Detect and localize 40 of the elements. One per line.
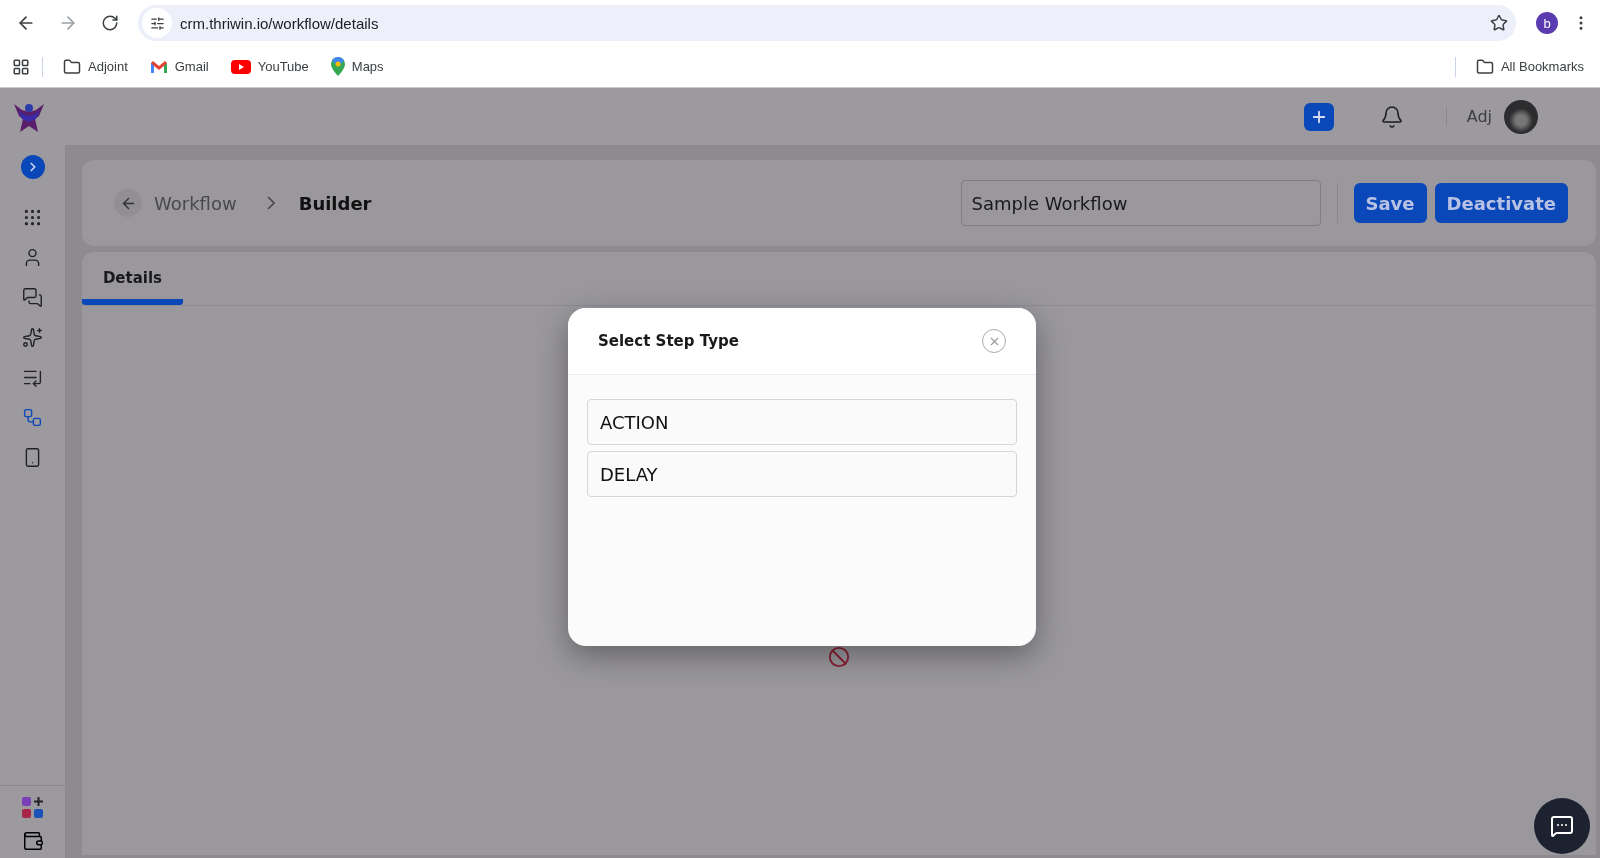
apps-add-icon[interactable] <box>20 796 45 820</box>
folder-icon <box>63 57 81 76</box>
step-type-option[interactable]: ACTION <box>587 399 1017 445</box>
user-avatar[interactable] <box>1504 99 1538 134</box>
bookmark-label: Gmail <box>174 59 209 74</box>
workflow-name-field[interactable]: Sample Workflow <box>960 180 1321 226</box>
deactivate-button[interactable]: Deactivate <box>1434 183 1568 223</box>
url-text: crm.thriwin.io/workflow/details <box>180 14 380 32</box>
address-bar[interactable]: crm.thriwin.io/workflow/details <box>138 5 1516 41</box>
profile-avatar[interactable]: b <box>1536 12 1558 34</box>
user-name: Adj <box>1445 107 1492 126</box>
play-logo-icon <box>230 59 251 74</box>
bookmark-link[interactable]: Gmail <box>141 55 217 78</box>
bookmark-label: YouTube <box>257 59 309 74</box>
bookmark-link[interactable]: Maps <box>322 53 392 80</box>
star-icon <box>1490 14 1508 32</box>
save-button[interactable]: Save <box>1353 183 1427 223</box>
add-button[interactable] <box>1303 102 1334 131</box>
map-pin-icon <box>330 57 345 76</box>
apps-icon[interactable] <box>12 57 30 76</box>
all-bookmarks-link[interactable]: All Bookmarks <box>1467 53 1592 80</box>
dialog-title: Select Step Type <box>598 332 739 350</box>
bookmark-label: Maps <box>351 59 384 74</box>
chat-icon <box>1550 814 1574 838</box>
bookmark-link[interactable]: Adjoint <box>55 53 136 80</box>
chevron-icon <box>266 196 275 210</box>
mail-logo-icon <box>149 59 168 74</box>
folder-icon <box>1475 57 1494 76</box>
wallet-icon[interactable] <box>21 830 44 852</box>
blocked-icon <box>828 646 850 668</box>
back-button[interactable] <box>114 189 142 217</box>
bookmark-label: Adjoint <box>88 59 128 74</box>
bookmark-link[interactable]: YouTube <box>222 55 317 78</box>
close-button[interactable] <box>982 329 1006 353</box>
expand-sidebar-button[interactable] <box>20 155 45 179</box>
bookmark-label: All Bookmarks <box>1500 59 1584 74</box>
notification-icon[interactable] <box>1379 104 1404 129</box>
site-settings-icon[interactable] <box>142 8 172 38</box>
step-type-option[interactable]: DELAY <box>587 451 1017 497</box>
tab[interactable]: Details <box>82 252 183 305</box>
